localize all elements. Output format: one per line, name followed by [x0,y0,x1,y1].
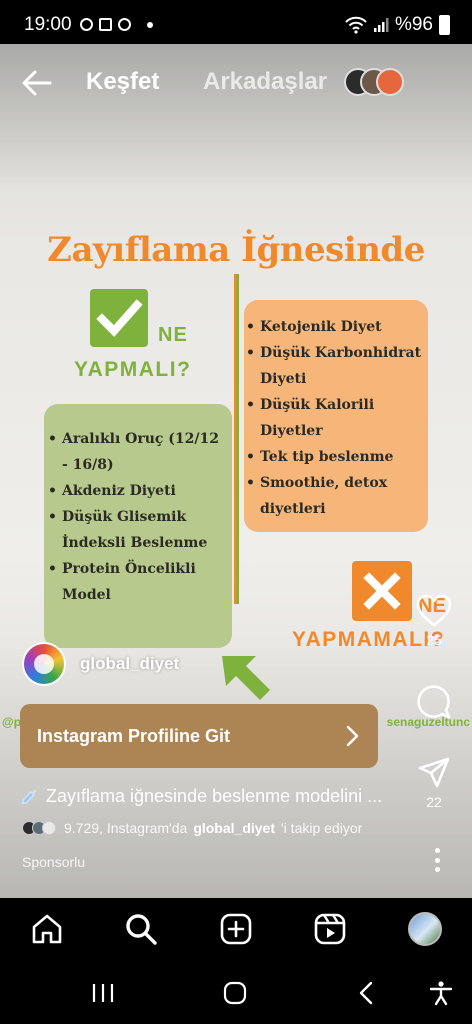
sponsored-label: Sponsorlu [22,854,86,870]
infographic-headline: Zayıflama İğnesinde [47,230,425,270]
do-item: Aralıklı Oruç (12/12 - 16/8) [48,426,228,478]
chevron-right-icon [346,725,359,747]
dont-item: Düşük Karbonhidrat Diyeti [246,340,428,392]
arrow-left-icon[interactable] [20,66,54,100]
followers-line: 9.729, Instagram'da global_diyet 'i takip… [22,820,362,836]
like-count: 25 [426,632,442,648]
battery-percent: %96 [394,14,433,35]
recent-apps-icon[interactable] [90,980,116,1006]
home-icon[interactable] [30,912,64,946]
cross-icon [352,561,412,621]
chrome-notification-icon [118,18,131,31]
do-item: Düşük Glisemik İndeksli Beslenme [48,504,228,556]
account-row[interactable]: global_diyet [22,642,179,686]
bottom-app-nav [0,898,472,962]
status-time: 19:00 [24,14,72,35]
tab-friends[interactable]: Arkadaşlar [203,68,327,96]
profile-avatar[interactable] [408,912,442,946]
notification-icons [80,18,153,31]
friends-avatars[interactable] [344,68,406,98]
do-heading-2: YAPMALI? [74,358,192,381]
do-card: Aralıklı Oruç (12/12 - 16/8) Akdeniz Diy… [44,404,232,648]
search-icon[interactable] [124,912,158,946]
dont-item: Tek tip beslenme [246,444,428,470]
center-divider [234,274,239,604]
watermark-left: @p [2,715,22,729]
more-notifications-dot-icon [147,21,153,28]
cta-label: Instagram Profiline Git [37,725,231,746]
home-circle-icon[interactable] [222,980,248,1006]
like-action[interactable]: 25 [414,594,454,648]
chrome-notification-icon [80,18,93,31]
reel-post[interactable]: Zayıflama İğnesinde NE YAPMALI? Ketojeni… [0,44,472,898]
send-icon[interactable] [417,756,451,790]
battery-icon [439,15,450,35]
do-item: Akdeniz Diyeti [48,478,228,504]
caption-text: Zayıflama iğnesinde beslenme modelini ..… [46,786,383,806]
avatar [376,68,404,96]
do-heading-1: NE [158,324,188,346]
tab-explore[interactable]: Keşfet [86,68,159,96]
share-count: 22 [426,794,442,810]
status-right: %96 [345,14,450,36]
account-avatar[interactable] [22,642,66,686]
chevron-left-icon[interactable] [354,980,380,1006]
followers-prefix: 9.729, Instagram'da [64,820,188,836]
wifi-icon [345,16,367,34]
profile-cta-button[interactable]: Instagram Profiline Git [20,704,378,768]
avatar [42,821,56,835]
accessibility-icon[interactable] [428,980,454,1006]
dont-item: Ketojenik Diyet [246,314,428,340]
system-nav-bar [0,962,472,1024]
caption[interactable]: Zayıflama iğnesinde beslenme modelini ..… [20,786,382,807]
share-action[interactable]: 22 [414,756,454,810]
dont-card: Ketojenik Diyet Düşük Karbonhidrat Diyet… [244,300,428,532]
syringe-icon [21,788,37,805]
do-item: Protein Öncelikli Model [48,556,228,608]
dont-item: Düşük Kalorili Diyetler [246,392,428,444]
followers-account: global_diyet [193,820,275,836]
followers-suffix: 'i takip ediyor [281,820,363,836]
arrow-up-left-icon [222,656,270,700]
heart-icon[interactable] [416,594,452,628]
reels-top-nav: Keşfet Arkadaşlar [0,44,472,124]
do-list: Aralıklı Oruç (12/12 - 16/8) Akdeniz Diy… [48,426,228,608]
more-vertical-icon[interactable] [432,848,442,872]
account-username[interactable]: global_diyet [80,654,179,674]
plus-square-icon[interactable] [219,912,253,946]
reels-icon[interactable] [313,912,347,946]
comment-action[interactable] [414,684,454,720]
follower-avatars [22,821,56,835]
comment-icon[interactable] [416,684,452,720]
package-notification-icon [99,18,112,31]
status-bar: 19:00 %96 [0,0,472,44]
dont-list: Ketojenik Diyet Düşük Karbonhidrat Diyet… [246,314,428,522]
signal-icon [373,18,389,32]
dont-item: Smoothie, detox diyetleri [246,470,428,522]
checkmark-icon [90,289,148,347]
